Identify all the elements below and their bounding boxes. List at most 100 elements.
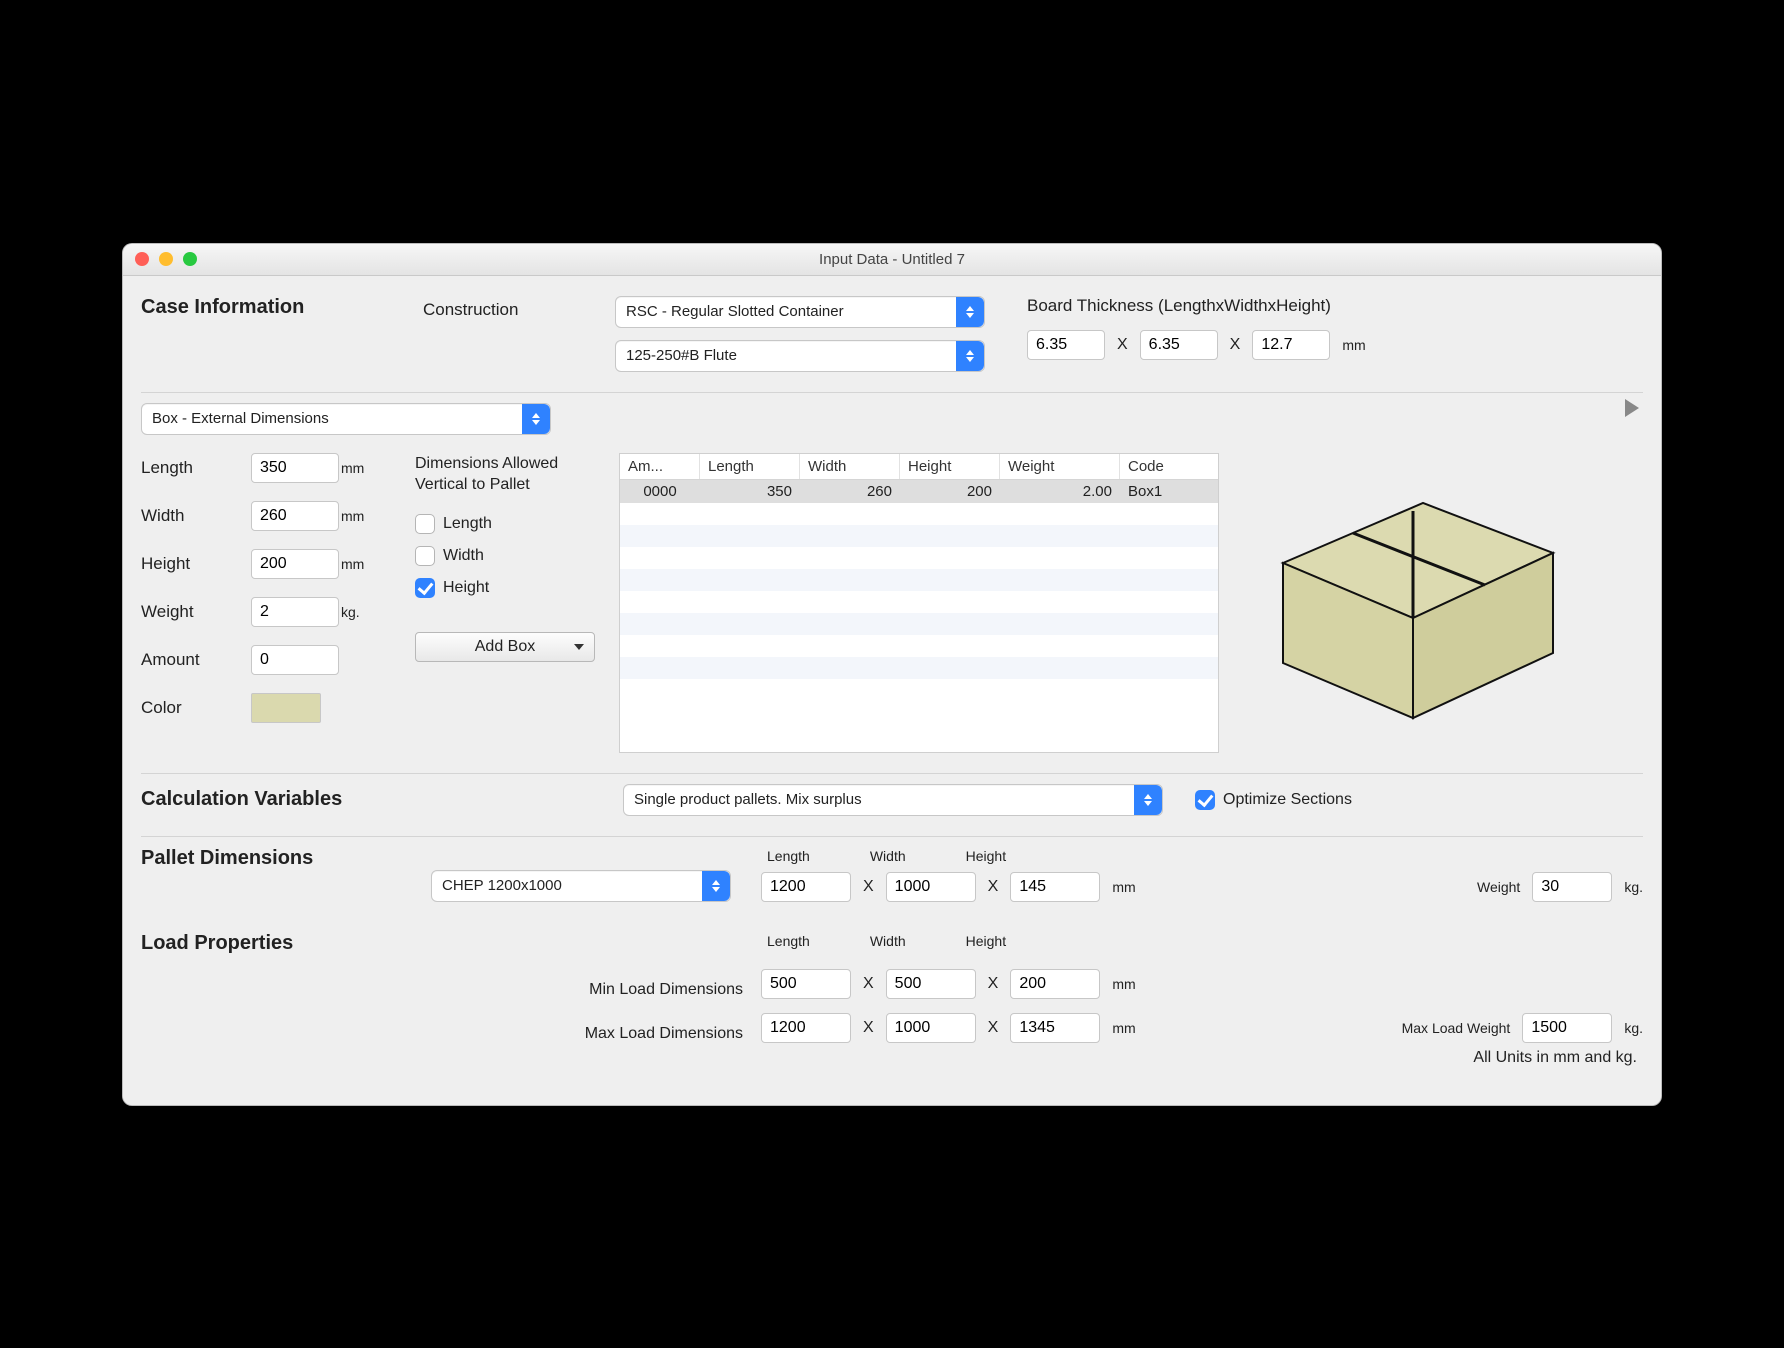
max-load-weight-unit: kg. (1624, 1020, 1643, 1036)
board-thickness-label: Board Thickness (LengthxWidthxHeight) (1027, 296, 1643, 316)
cell-length: 350 (700, 480, 800, 503)
table-row[interactable]: 0000 350 260 200 2.00 Box1 (620, 480, 1218, 503)
x-label: X (1117, 336, 1128, 354)
width-input[interactable] (251, 501, 339, 531)
board-thickness-width-input[interactable] (1140, 330, 1218, 360)
amount-label: Amount (141, 650, 251, 670)
expand-icon[interactable] (1625, 399, 1639, 417)
calc-vars-heading: Calculation Variables (141, 788, 611, 811)
allow-height-checkbox[interactable]: Height (415, 578, 595, 598)
add-box-button[interactable]: Add Box (415, 632, 595, 662)
construction-label: Construction (423, 300, 518, 319)
max-load-weight-label: Max Load Weight (1402, 1020, 1511, 1036)
minimize-icon[interactable] (159, 252, 173, 266)
min-load-length-input[interactable] (761, 969, 851, 999)
max-load-height-input[interactable] (1010, 1013, 1100, 1043)
height-input[interactable] (251, 549, 339, 579)
pallet-height-input[interactable] (1010, 872, 1100, 902)
pallet-length-input[interactable] (761, 872, 851, 902)
pallet-unit: mm (1112, 879, 1135, 895)
col-code: Code (1120, 454, 1220, 479)
x-label: X (988, 1019, 999, 1037)
pallet-weight-label: Weight (1477, 879, 1520, 895)
x-label: X (988, 878, 999, 896)
table-body: 0000 350 260 200 2.00 Box1 (620, 480, 1218, 701)
dropdown-icon (522, 404, 550, 434)
calc-mode-select[interactable]: Single product pallets. Mix surplus (623, 784, 1163, 816)
flute-select[interactable]: 125-250#B Flute (615, 340, 985, 372)
height-unit: mm (341, 556, 391, 572)
box-table[interactable]: Am... Length Width Height Weight Code 00… (619, 453, 1219, 753)
col-weight: Weight (1000, 454, 1120, 479)
zoom-icon[interactable] (183, 252, 197, 266)
dropdown-icon (1134, 785, 1162, 815)
weight-label: Weight (141, 602, 251, 622)
max-load-width-input[interactable] (886, 1013, 976, 1043)
dropdown-icon (956, 341, 984, 371)
pallet-weight-unit: kg. (1624, 879, 1643, 895)
max-load-length-input[interactable] (761, 1013, 851, 1043)
x-label: X (863, 975, 874, 993)
load-height-label: Height (966, 933, 1006, 949)
add-box-label: Add Box (475, 638, 535, 656)
pallet-weight-input[interactable] (1532, 872, 1612, 902)
x-label: X (988, 975, 999, 993)
pallet-type-value: CHEP 1200x1000 (442, 877, 562, 894)
max-load-label: Max Load Dimensions (431, 1025, 751, 1043)
flute-value: 125-250#B Flute (626, 347, 737, 364)
optimize-sections-label: Optimize Sections (1223, 791, 1352, 809)
checkbox-icon (415, 514, 435, 534)
construction-value: RSC - Regular Slotted Container (626, 303, 844, 320)
box-icon (1253, 463, 1573, 723)
titlebar: Input Data - Untitled 7 (123, 244, 1661, 276)
optimize-sections-checkbox[interactable]: Optimize Sections (1195, 790, 1352, 810)
cell-height: 200 (900, 480, 1000, 503)
min-load-width-input[interactable] (886, 969, 976, 999)
amount-input[interactable] (251, 645, 339, 675)
dimension-mode-select[interactable]: Box - External Dimensions (141, 403, 551, 435)
pallet-height-label: Height (966, 848, 1006, 864)
dimension-mode-value: Box - External Dimensions (152, 410, 329, 427)
board-thickness-height-input[interactable] (1252, 330, 1330, 360)
weight-unit: kg. (341, 604, 391, 620)
close-icon[interactable] (135, 252, 149, 266)
window-content: Case Information Construction RSC - Regu… (123, 276, 1661, 1105)
allow-length-label: Length (443, 515, 492, 533)
cell-width: 260 (800, 480, 900, 503)
load-length-label: Length (767, 933, 810, 949)
case-info-heading: Case Information (141, 296, 411, 319)
height-label: Height (141, 554, 251, 574)
pallet-length-label: Length (767, 848, 810, 864)
allow-length-checkbox[interactable]: Length (415, 514, 595, 534)
width-label: Width (141, 506, 251, 526)
dropdown-icon (702, 871, 730, 901)
min-load-unit: mm (1112, 976, 1135, 992)
col-height: Height (900, 454, 1000, 479)
box-preview (1243, 453, 1583, 733)
pallet-width-input[interactable] (886, 872, 976, 902)
board-thickness-length-input[interactable] (1027, 330, 1105, 360)
color-label: Color (141, 698, 251, 718)
min-load-height-input[interactable] (1010, 969, 1100, 999)
dropdown-icon (956, 297, 984, 327)
pallet-type-select[interactable]: CHEP 1200x1000 (431, 870, 731, 902)
length-unit: mm (341, 460, 391, 476)
weight-input[interactable] (251, 597, 339, 627)
max-load-weight-input[interactable] (1522, 1013, 1612, 1043)
allow-width-checkbox[interactable]: Width (415, 546, 595, 566)
length-label: Length (141, 458, 251, 478)
window-title: Input Data - Untitled 7 (123, 251, 1661, 268)
table-header: Am... Length Width Height Weight Code (620, 454, 1218, 480)
board-thickness-unit: mm (1342, 337, 1365, 353)
units-note: All Units in mm and kg. (141, 1043, 1643, 1067)
checkbox-icon (1195, 790, 1215, 810)
calc-mode-value: Single product pallets. Mix surplus (634, 791, 862, 808)
pallet-heading: Pallet Dimensions (141, 847, 421, 870)
cell-amount: 0000 (620, 480, 700, 503)
checkbox-icon (415, 546, 435, 566)
color-swatch[interactable] (251, 693, 321, 723)
construction-select[interactable]: RSC - Regular Slotted Container (615, 296, 985, 328)
pallet-width-label: Width (870, 848, 906, 864)
length-input[interactable] (251, 453, 339, 483)
case-info-section: Case Information Construction RSC - Regu… (141, 286, 1643, 393)
